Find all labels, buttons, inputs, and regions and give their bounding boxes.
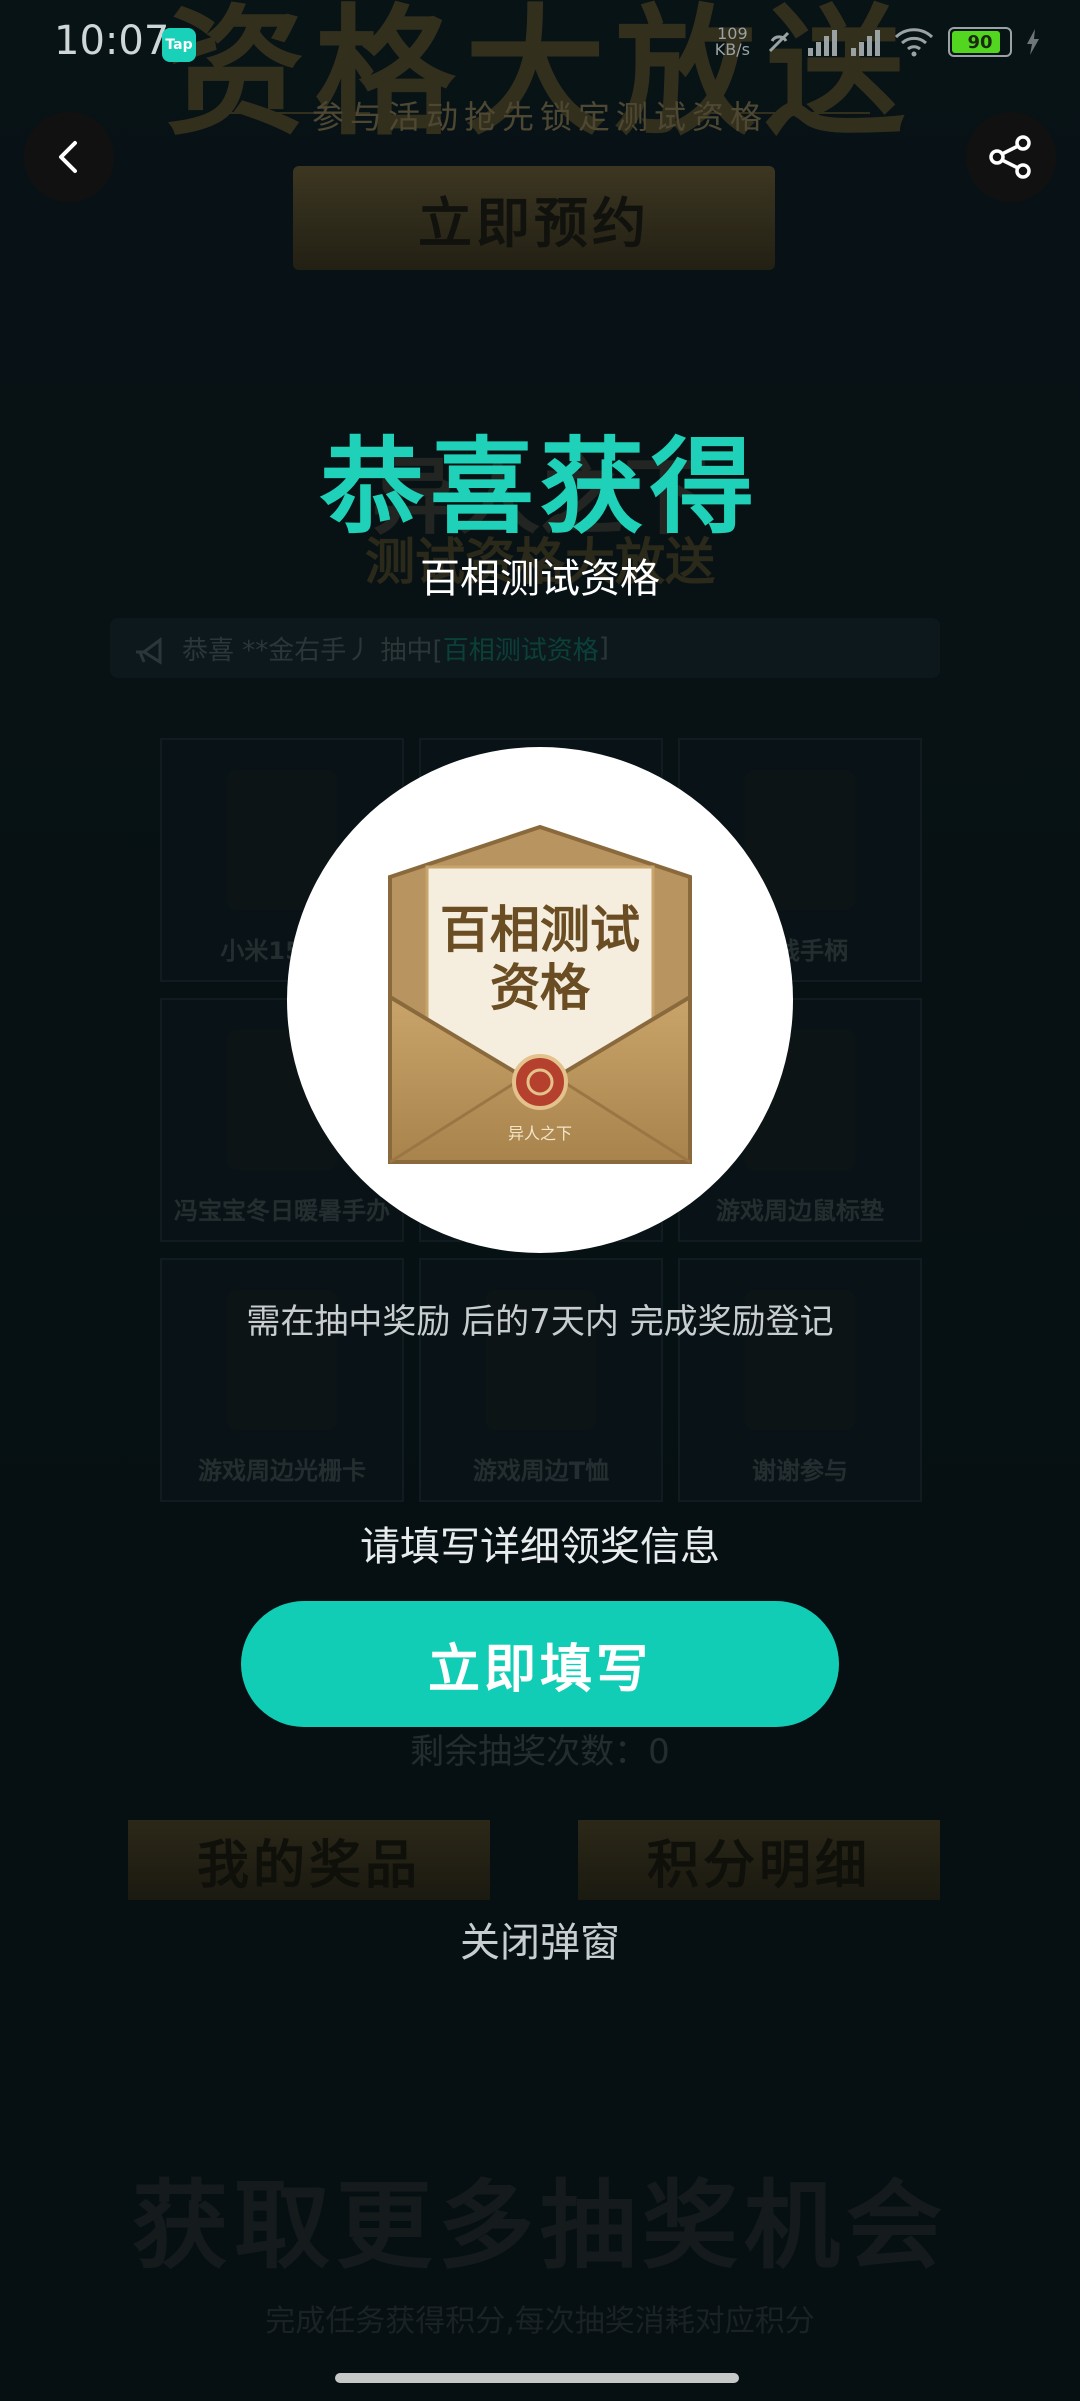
registration-note: 需在抽中奖励 后的7天内 完成奖励登记 <box>246 1302 834 1342</box>
share-icon <box>989 135 1031 179</box>
prize-image-seal: 异人之下 <box>508 1124 572 1143</box>
taptap-app-icon: Tap <box>162 28 196 62</box>
no-sim-icon <box>768 31 790 53</box>
charging-icon <box>1027 29 1039 55</box>
network-speed-unit: KB/s <box>714 40 750 59</box>
close-popup-button[interactable]: 关闭弹窗 <box>0 1910 1080 1968</box>
status-bar: 10:07 Tap 109 KB/s 90 <box>0 0 1080 90</box>
status-time: 10:07 <box>54 18 170 64</box>
home-indicator[interactable] <box>335 2373 739 2383</box>
share-button[interactable] <box>966 112 1056 202</box>
wifi-icon <box>894 28 934 57</box>
fill-info-instruction: 请填写详细领奖信息 <box>360 1524 720 1570</box>
network-speed: 109 KB/s <box>715 26 750 58</box>
envelope-illustration: 百相测试 资格 异人之下 <box>388 824 692 1164</box>
prize-image-line1: 百相测试 <box>440 900 640 959</box>
fill-now-button[interactable]: 立即填写 <box>241 1601 839 1727</box>
prize-name: 百相测试资格 <box>420 556 660 602</box>
prize-image: 百相测试 资格 异人之下 <box>287 747 793 1253</box>
status-icons: 109 KB/s 90 <box>715 26 1040 58</box>
battery-icon: 90 <box>948 27 1012 57</box>
back-button[interactable] <box>24 112 114 202</box>
chevron-left-icon <box>59 141 77 173</box>
signal-strength-icon <box>808 28 837 56</box>
prize-image-line2: 资格 <box>490 958 591 1017</box>
battery-level: 90 <box>967 31 993 53</box>
popup-title: 恭喜获得 <box>319 426 760 548</box>
signal-strength-2-icon <box>851 28 880 56</box>
